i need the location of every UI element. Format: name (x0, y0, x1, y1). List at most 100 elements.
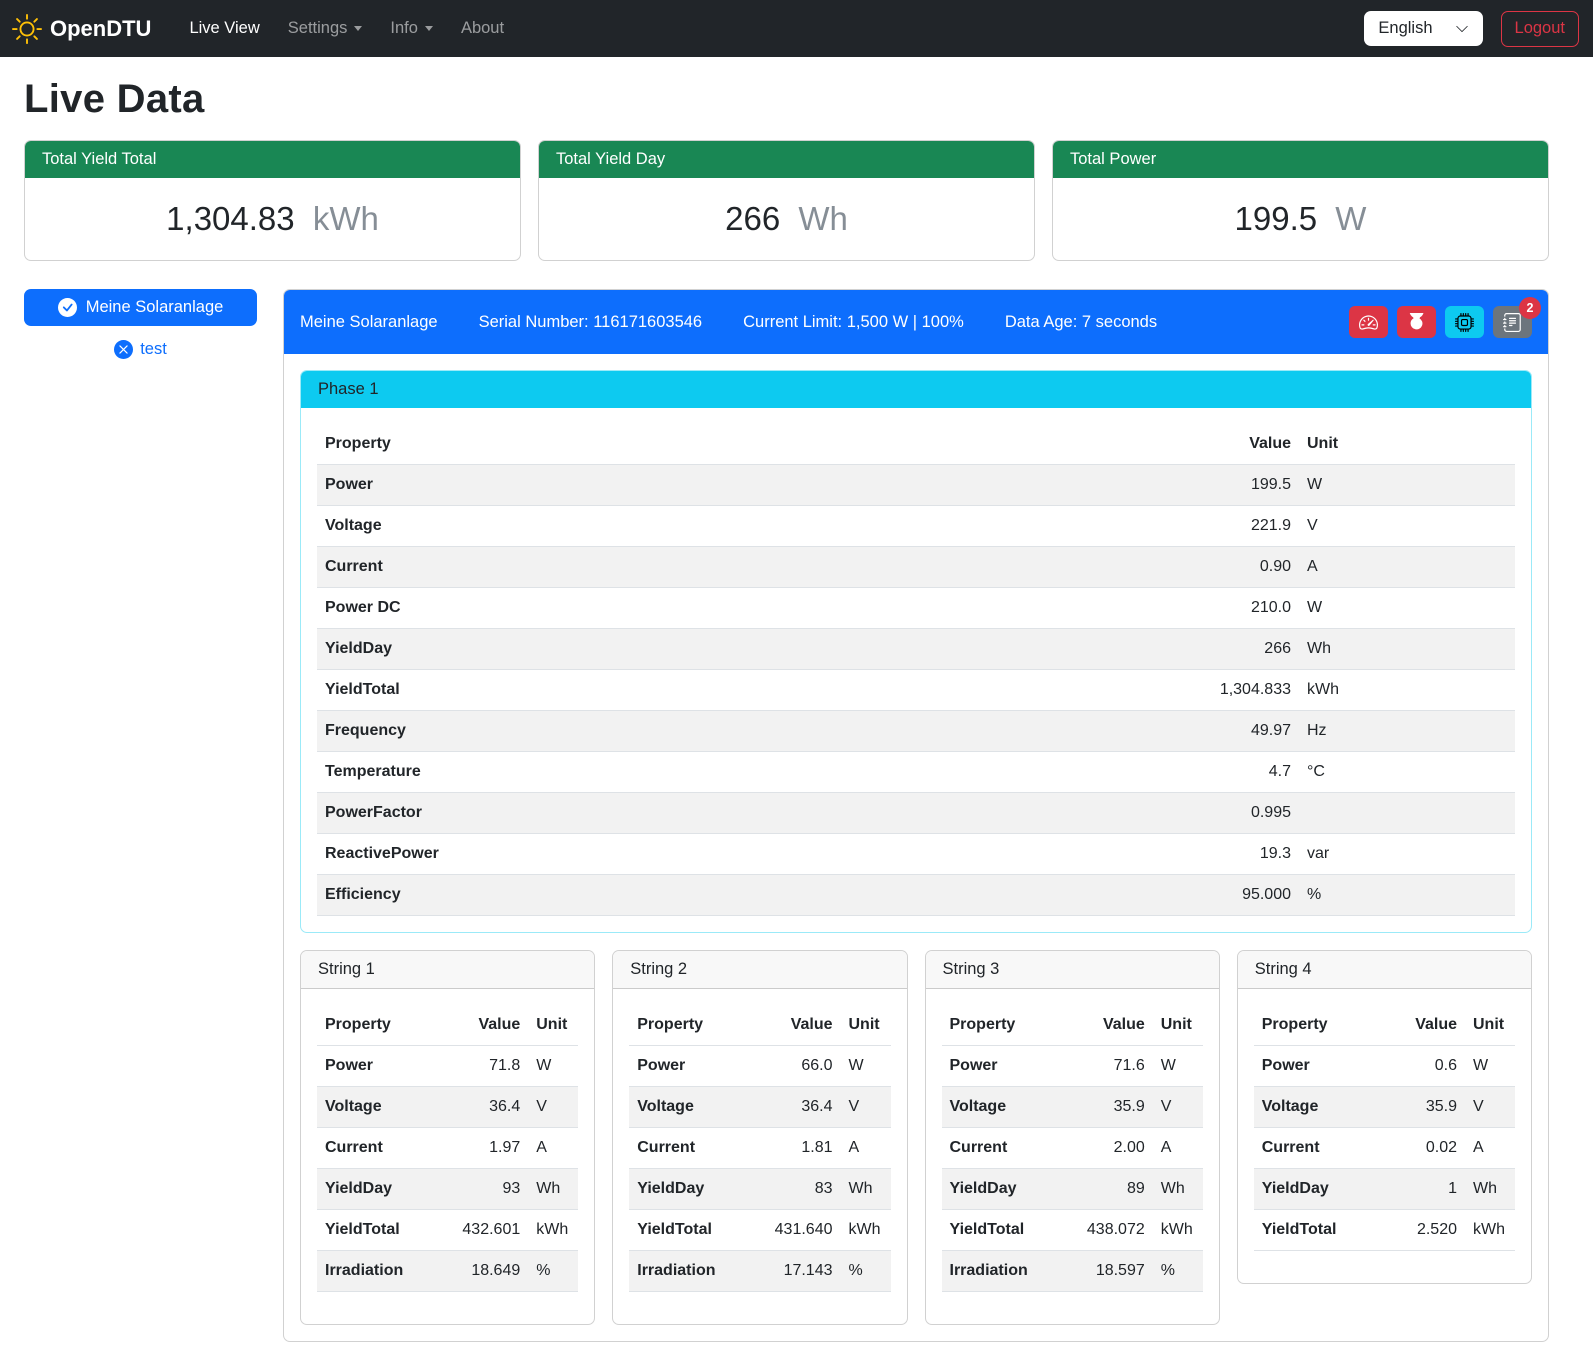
table-row: Power DC210.0W (317, 588, 1515, 629)
table-row: Voltage221.9V (317, 506, 1515, 547)
inverter-card: Meine Solaranlage Serial Number: 1161716… (283, 289, 1549, 1342)
table-row: Current2.00A (942, 1128, 1203, 1169)
power-icon (1407, 313, 1426, 332)
string-3-table: PropertyValueUnitPower71.6WVoltage35.9VC… (942, 1005, 1203, 1292)
device-info-button[interactable] (1445, 306, 1484, 338)
column-header: Unit (1153, 1005, 1203, 1046)
table-row: Temperature4.7°C (317, 752, 1515, 793)
page-title: Live Data (24, 77, 1549, 122)
inverter-data-age: Data Age: 7 seconds (1005, 313, 1157, 332)
phase-1-panel: Phase 1 PropertyValueUnitPower199.5WVolt… (300, 370, 1532, 933)
string-4-panel: String 4 PropertyValueUnitPower0.6WVolta… (1237, 950, 1532, 1284)
card-unit: Wh (798, 200, 848, 237)
column-header: Property (317, 424, 1169, 465)
language-select[interactable]: English (1364, 11, 1482, 46)
journal-text-icon (1503, 313, 1522, 332)
column-header: Property (1254, 1005, 1369, 1046)
column-header: Unit (1465, 1005, 1515, 1046)
table-row: Power0.6W (1254, 1046, 1515, 1087)
table-row: Current1.81A (629, 1128, 890, 1169)
inverter-limit: Current Limit: 1,500 W | 100% (743, 313, 964, 332)
total-yield-day-card: Total Yield Day 266 Wh (538, 140, 1035, 261)
inverter-serial: Serial Number: 116171603546 (479, 313, 703, 332)
power-toggle-button[interactable] (1397, 306, 1436, 338)
inverter-select-label: Meine Solaranlage (86, 298, 224, 317)
nav-about[interactable]: About (461, 19, 504, 38)
table-row: YieldDay1Wh (1254, 1169, 1515, 1210)
table-row: Irradiation18.649% (317, 1251, 578, 1292)
total-power-card: Total Power 199.5 W (1052, 140, 1549, 261)
column-header: Value (745, 1005, 841, 1046)
table-row: Voltage36.4V (317, 1087, 578, 1128)
table-row: YieldTotal438.072kWh (942, 1210, 1203, 1251)
event-log-button[interactable]: 2 (1493, 306, 1532, 338)
limit-settings-button[interactable] (1349, 306, 1388, 338)
cpu-icon (1455, 313, 1474, 332)
string-3-title: String 3 (926, 951, 1219, 989)
table-row: YieldTotal2.520kWh (1254, 1210, 1515, 1251)
table-row: Current0.02A (1254, 1128, 1515, 1169)
table-row: Power199.5W (317, 465, 1515, 506)
table-row: Efficiency95.000% (317, 875, 1515, 916)
card-title: Total Yield Day (539, 141, 1034, 178)
table-row: YieldDay266Wh (317, 629, 1515, 670)
caret-down-icon (354, 26, 362, 31)
x-circle-icon (114, 340, 133, 359)
card-title: Total Yield Total (25, 141, 520, 178)
table-row: Current0.90A (317, 547, 1515, 588)
string-1-title: String 1 (301, 951, 594, 989)
check-circle-icon (58, 298, 77, 317)
table-row: Frequency49.97Hz (317, 711, 1515, 752)
string-3-panel: String 3 PropertyValueUnitPower71.6WVolt… (925, 950, 1220, 1325)
table-row: Irradiation17.143% (629, 1251, 890, 1292)
summary-cards: Total Yield Total 1,304.83 kWh Total Yie… (24, 140, 1549, 261)
table-row: PowerFactor0.995 (317, 793, 1515, 834)
card-unit: W (1335, 200, 1366, 237)
string-1-panel: String 1 PropertyValueUnitPower71.8WVolt… (300, 950, 595, 1325)
table-row: Power71.8W (317, 1046, 578, 1087)
column-header: Property (942, 1005, 1057, 1046)
column-header: Value (1057, 1005, 1153, 1046)
string-1-table: PropertyValueUnitPower71.8WVoltage36.4VC… (317, 1005, 578, 1292)
column-header: Value (432, 1005, 528, 1046)
column-header: Unit (841, 1005, 891, 1046)
table-row: Voltage35.9V (1254, 1087, 1515, 1128)
column-header: Unit (528, 1005, 578, 1046)
phase-1-table: PropertyValueUnitPower199.5WVoltage221.9… (317, 424, 1515, 916)
table-row: Irradiation18.597% (942, 1251, 1203, 1292)
table-row: Current1.97A (317, 1128, 578, 1169)
nav-live-view[interactable]: Live View (189, 19, 259, 38)
table-row: YieldDay89Wh (942, 1169, 1203, 1210)
string-4-table: PropertyValueUnitPower0.6WVoltage35.9VCu… (1254, 1005, 1515, 1251)
string-2-title: String 2 (613, 951, 906, 989)
table-row: YieldDay93Wh (317, 1169, 578, 1210)
card-value: 199.5 (1235, 200, 1318, 237)
table-row: Power66.0W (629, 1046, 890, 1087)
navbar: OpenDTU Live View Settings Info About En… (0, 0, 1593, 57)
table-row: YieldTotal431.640kWh (629, 1210, 890, 1251)
caret-down-icon (425, 26, 433, 31)
inverter-header: Meine Solaranlage Serial Number: 1161716… (284, 290, 1548, 354)
string-4-title: String 4 (1238, 951, 1531, 989)
strings-row: String 1 PropertyValueUnitPower71.8WVolt… (300, 950, 1532, 1325)
card-title: Total Power (1053, 141, 1548, 178)
inverter-test-label: test (140, 340, 167, 359)
card-value: 1,304.83 (166, 200, 294, 237)
table-row: YieldDay83Wh (629, 1169, 890, 1210)
phase-1-title: Phase 1 (301, 371, 1531, 408)
table-row: Voltage36.4V (629, 1087, 890, 1128)
string-2-panel: String 2 PropertyValueUnitPower66.0WVolt… (612, 950, 907, 1325)
string-2-table: PropertyValueUnitPower66.0WVoltage36.4VC… (629, 1005, 890, 1292)
card-value: 266 (725, 200, 780, 237)
nav-info[interactable]: Info (390, 19, 433, 38)
inverter-item-test[interactable]: test (24, 340, 257, 359)
card-unit: kWh (313, 200, 379, 237)
inverter-select-button[interactable]: Meine Solaranlage (24, 289, 257, 326)
column-header: Value (1369, 1005, 1465, 1046)
language-value: English (1378, 19, 1432, 38)
brand-logo[interactable]: OpenDTU (12, 14, 151, 44)
inverter-sidebar: Meine Solaranlage test (24, 289, 257, 359)
nav-settings[interactable]: Settings (288, 19, 363, 38)
logout-button[interactable]: Logout (1501, 11, 1579, 47)
total-yield-total-card: Total Yield Total 1,304.83 kWh (24, 140, 521, 261)
